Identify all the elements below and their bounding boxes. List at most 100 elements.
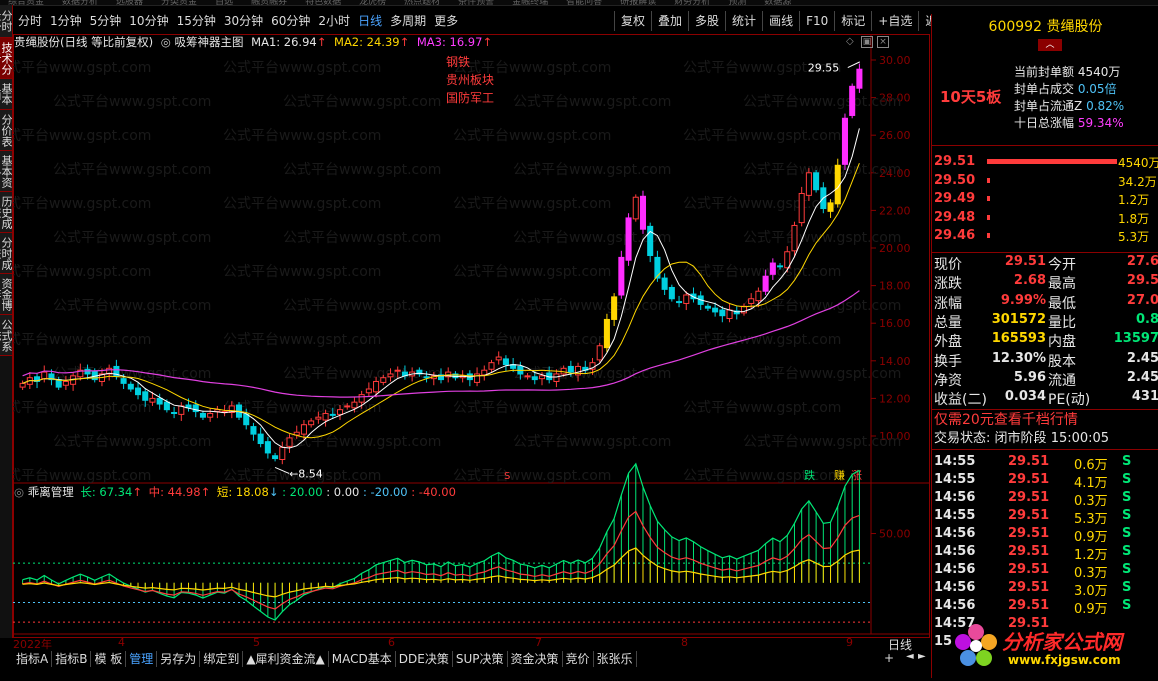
top-menu-item[interactable]: 热点题材 (404, 0, 440, 5)
toolbar-button[interactable]: F10 (799, 11, 834, 31)
logo-url: www.fxjgsw.com (1008, 653, 1121, 667)
top-menu-item[interactable]: 分类资金 (161, 0, 197, 5)
chart-options-icon[interactable]: ◇ (846, 36, 854, 47)
ma-legend: 贵绳股份(日线 等比前复权) ◎ 吸筹神器主图 MA1: 26.94↑ MA2:… (14, 35, 493, 49)
candle-body (488, 362, 495, 370)
period-tab[interactable]: 日线 (354, 11, 386, 31)
indicator-tab[interactable]: 张张乐 (594, 651, 637, 667)
top-menu-item[interactable]: 财务分析 (674, 0, 710, 5)
top-menu-item[interactable]: 数据分析 (62, 0, 98, 5)
indicator-tab[interactable]: 竞价 (563, 651, 594, 667)
period-tab[interactable]: 10分钟 (125, 11, 172, 31)
promo-link[interactable]: 仅需20元查看千档行情 (932, 411, 1158, 429)
indicator-name[interactable]: 吸筹神器主图 (175, 35, 244, 49)
top-menu-item[interactable]: 综合资金 (8, 0, 44, 5)
plus-button[interactable]: + (884, 651, 894, 665)
ma2-value: MA2: 24.39 (334, 35, 400, 49)
period-tab[interactable]: 15分钟 (173, 11, 220, 31)
period-tab[interactable]: 2小时 (314, 11, 354, 31)
top-menu-item[interactable]: 条件预警 (458, 0, 494, 5)
watermark: 公式平台www.gspt.com (743, 434, 901, 450)
toolbar-button[interactable]: 多股 (688, 11, 725, 31)
period-tab[interactable]: 更多 (430, 11, 462, 31)
left-tab[interactable]: 历史成交 (0, 192, 12, 233)
tick-side: S (1122, 454, 1132, 469)
left-tab[interactable]: 技术分析 (0, 38, 12, 79)
indicator-tab[interactable]: 指标A (13, 651, 53, 667)
candle-body (163, 401, 170, 411)
indicator-tab[interactable]: 绑定到 (200, 651, 244, 667)
toolbar-button[interactable]: +自选 (871, 11, 918, 31)
tick-time: 14:56 (934, 526, 976, 541)
period-tab[interactable]: 60分钟 (267, 11, 314, 31)
top-menu-item[interactable]: 金融终端 (512, 0, 548, 5)
top-menu-item[interactable]: 预测 (728, 0, 746, 5)
period-tab[interactable]: 30分钟 (220, 11, 267, 31)
indicator-tab[interactable]: 另存为 (157, 651, 201, 667)
watermark: 公式平台www.gspt.com (53, 434, 211, 450)
left-tab[interactable]: 公式系统 (0, 315, 12, 356)
left-tab[interactable]: 资金博弈 (0, 274, 12, 315)
top-menu-item[interactable]: 融资融券 (251, 0, 287, 5)
stat-value: 5.96 (1013, 369, 1046, 385)
candle-body (127, 383, 134, 390)
period-tab[interactable]: 分时 (14, 11, 46, 31)
left-tab[interactable]: 基本资料 (0, 151, 12, 192)
toolbar-button[interactable]: 画线 (762, 11, 799, 31)
watermark: 公式平台www.gspt.com (283, 230, 441, 246)
indicator-tab[interactable]: 模 板 (91, 651, 127, 667)
indicator-tab[interactable]: MACD基本 (329, 651, 396, 667)
sub-close-icon[interactable]: ◎ (14, 485, 24, 499)
tick-volume: 0.3万 (1074, 494, 1108, 509)
collapse-icon[interactable]: ▣ (861, 36, 873, 48)
left-tab[interactable]: 分价表 (0, 110, 12, 151)
left-tab[interactable]: 基本面 (0, 79, 12, 110)
watermark: 公式平台www.gspt.com (53, 94, 211, 110)
top-menu-item[interactable]: 自选 (215, 0, 233, 5)
stat-value: 13597 (1113, 331, 1158, 347)
period-tab[interactable]: 1分钟 (46, 11, 86, 31)
top-menu-item[interactable]: 数据源 (764, 0, 791, 5)
scroll-right-icon[interactable]: ► (918, 651, 926, 662)
tick-time: 14:56 (934, 598, 976, 613)
indicator-tab[interactable]: 管理 (126, 651, 158, 667)
watermark: 公式平台www.gspt.com (683, 264, 841, 280)
left-tab[interactable]: 分时走势 (0, 5, 12, 38)
candle-body (791, 224, 798, 252)
y-tick-label: 12.00 (879, 392, 911, 405)
indicator-tab[interactable]: DDE决策 (396, 651, 453, 667)
left-tab[interactable]: 分时成交 (0, 233, 12, 274)
tick-volume: 0.3万 (1074, 566, 1108, 581)
date-label: 2022年 (13, 638, 52, 651)
top-menu-item[interactable]: 研报解读 (620, 0, 656, 5)
period-tab[interactable]: 多周期 (386, 11, 430, 31)
date-axis: 2022年 4 5 6 7 8 9 (13, 636, 883, 651)
toolbar-button[interactable]: 叠加 (651, 11, 688, 31)
toolbar-button[interactable]: 标记 (834, 11, 871, 31)
signal-badge: 赚 (834, 468, 845, 482)
top-menu-item[interactable]: 龙虎榜 (359, 0, 386, 5)
sector-tag: 钢铁 (446, 55, 470, 69)
y-tick-label: 30.00 (879, 54, 911, 67)
candle-body (279, 446, 286, 460)
indicator-tab[interactable]: SUP决策 (453, 651, 508, 667)
scroll-left-icon[interactable]: ◄ (906, 651, 914, 662)
toolbar-button[interactable]: 统计 (725, 11, 762, 31)
top-menu-item[interactable]: 智能问答 (566, 0, 602, 5)
collapse-panel-button[interactable]: ︿ (1038, 39, 1062, 51)
toolbar-button[interactable]: 复权 (614, 11, 651, 31)
candle-body (596, 345, 603, 361)
watermark: 公式平台www.gspt.com (13, 128, 151, 144)
period-tab[interactable]: 5分钟 (86, 11, 126, 31)
indicator-tab[interactable]: 资金决策 (508, 651, 563, 667)
top-menu-item[interactable]: 特色数据 (305, 0, 341, 5)
indicator-tab[interactable]: 指标B (52, 651, 92, 667)
close-icon[interactable]: × (877, 36, 889, 48)
candle-body (769, 262, 776, 275)
top-menu-item[interactable]: 选股器 (116, 0, 143, 5)
stat-label: 内盘 (1048, 334, 1076, 351)
indicator-tab[interactable]: ▲犀利资金流▲ (243, 651, 329, 667)
kline-chart[interactable]: 30.0028.0026.0024.0022.0020.0018.0016.00… (13, 34, 930, 638)
candle-body (827, 202, 834, 212)
sub-indicator-name[interactable]: 乖离管理 (28, 485, 74, 499)
